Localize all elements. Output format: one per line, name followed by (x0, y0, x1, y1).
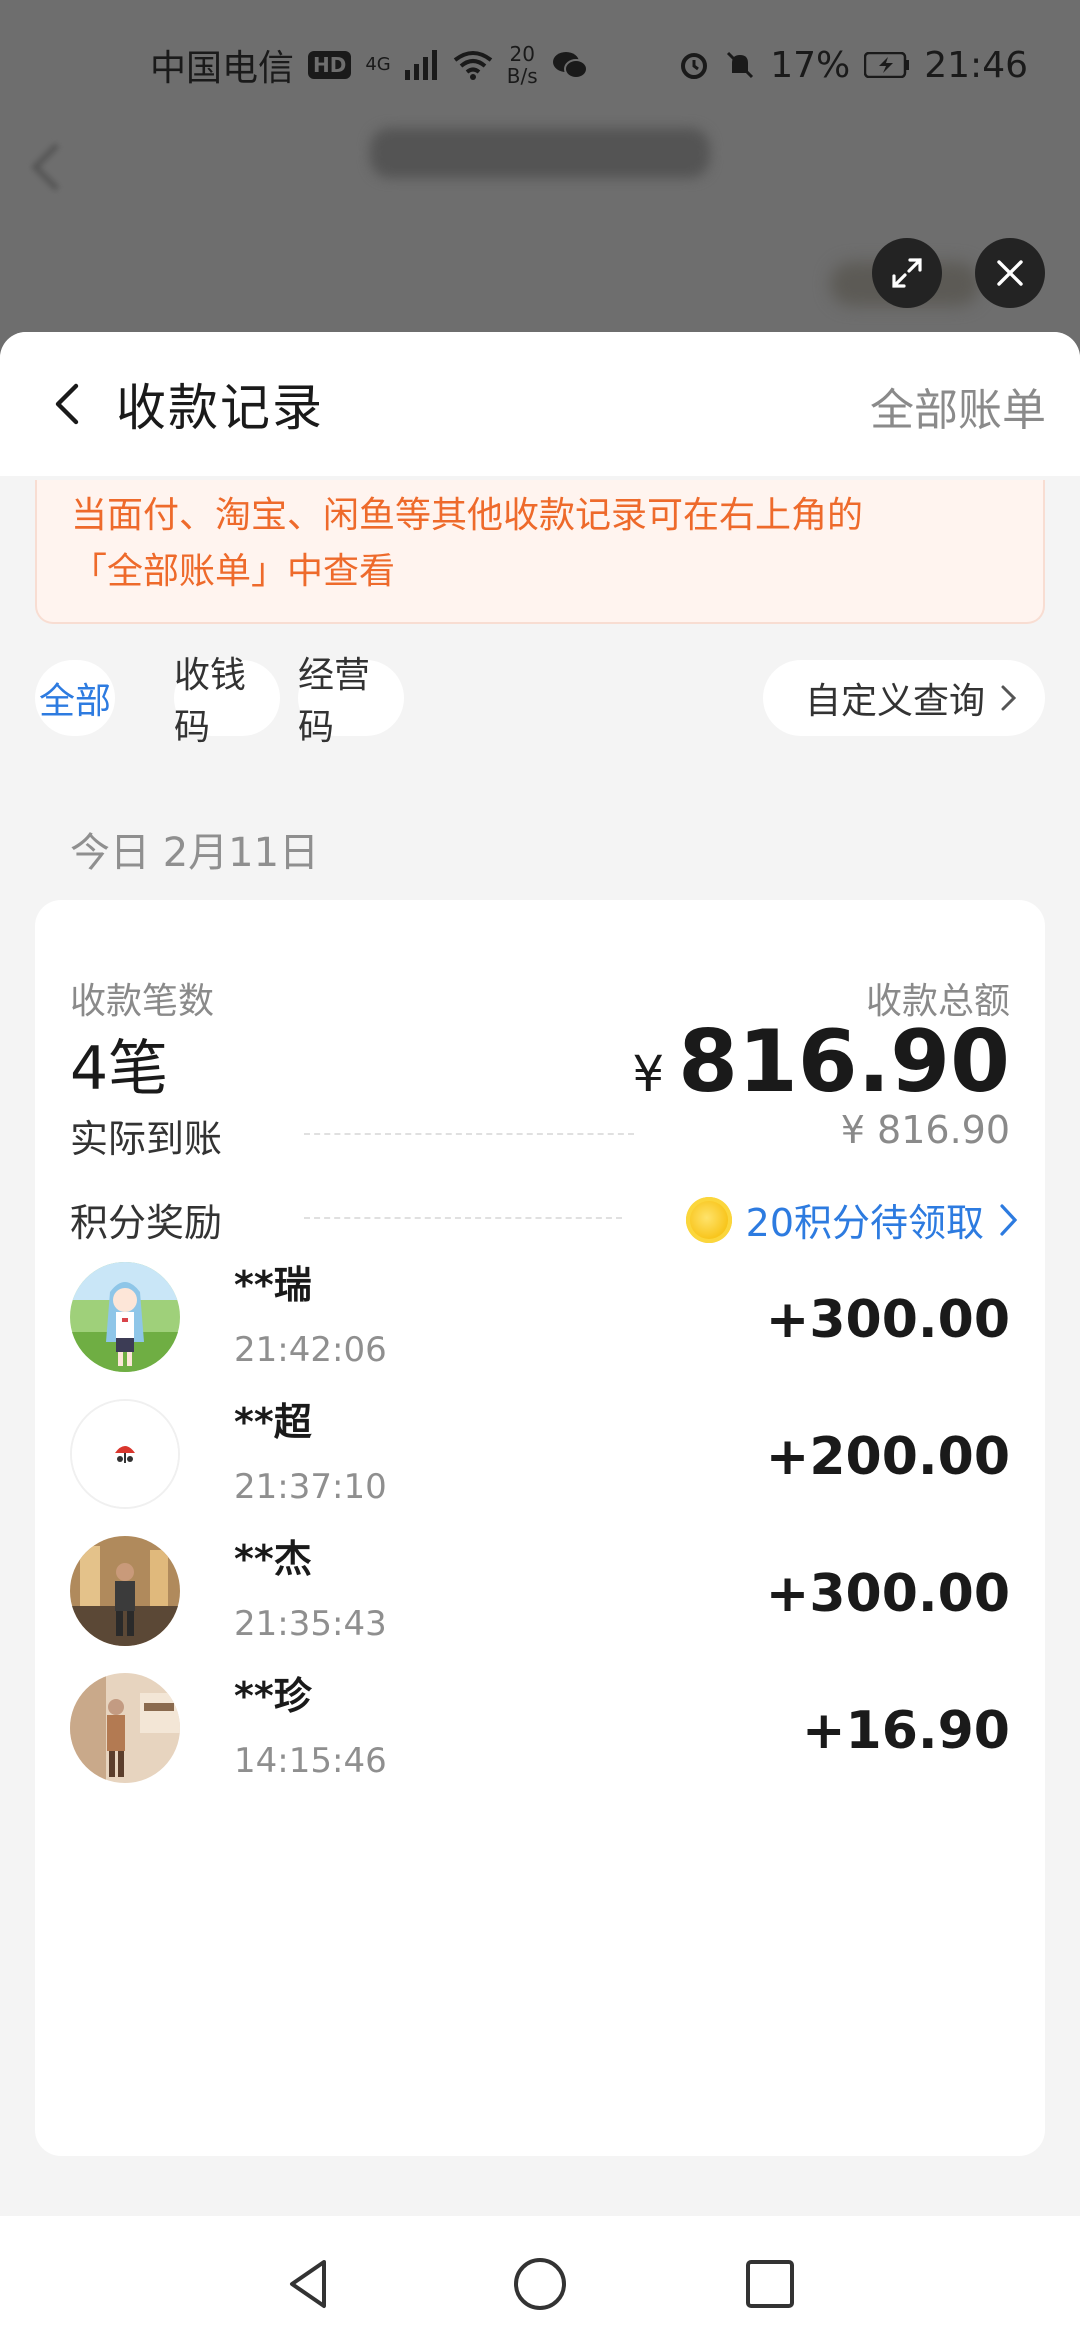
anime-avatar-image (70, 1262, 180, 1372)
network-speed: 20 B/s (507, 43, 538, 87)
person-avatar-image (70, 1673, 180, 1783)
avatar (70, 1673, 180, 1783)
payment-amount: +200.00 (765, 1427, 1010, 1487)
receipt-records-sheet: 收款记录 全部账单 当面付、淘宝、闲鱼等其他收款记录可在右上角的 「全部账单」中… (0, 332, 1080, 2216)
transaction-row[interactable]: **瑞 21:42:06 +300.00 (70, 1262, 1010, 1374)
signal-icon (404, 50, 437, 80)
points-value: 20积分待领取 (745, 1201, 984, 1245)
custom-query-button[interactable]: 自定义查询 (763, 660, 1045, 736)
notice-banner: 当面付、淘宝、闲鱼等其他收款记录可在右上角的 「全部账单」中查看 (35, 480, 1045, 624)
count-label: 收款笔数 (70, 981, 215, 1022)
all-bills-link[interactable]: 全部账单 (870, 374, 1046, 438)
status-bar: 中国电信 HD 4G 20 B/s 17% 21:46 (0, 0, 1080, 130)
summary-card: 收款笔数 收款总额 4笔 ¥ 816.90 实际到账 ¥ 816.90 积分奖励… (35, 900, 1045, 2156)
avatar (70, 1536, 180, 1646)
count-value: 4笔 (70, 1034, 169, 1104)
transaction-row[interactable]: **超 21:37:10 +200.00 (70, 1399, 1010, 1511)
status-bar-left: 中国电信 HD 4G 20 B/s (150, 39, 588, 91)
notice-line-1: 当面付、淘宝、闲鱼等其他收款记录可在右上角的 (71, 495, 864, 536)
chevron-right-icon (1000, 1203, 1018, 1236)
status-bar-right: 17% 21:46 (678, 45, 1028, 86)
filter-chip-business-code[interactable]: 经营码 (298, 655, 404, 748)
battery-percent: 17% (770, 44, 851, 86)
hd-badge: HD (308, 51, 352, 79)
chevron-right-icon (1001, 685, 1017, 711)
avatar (70, 1399, 180, 1509)
close-button[interactable] (975, 238, 1045, 308)
nav-back-icon[interactable] (280, 2254, 340, 2314)
payment-time: 21:35:43 (234, 1604, 387, 1644)
alarm-icon (681, 53, 708, 79)
total-amount-value: 816.90 (678, 1012, 1010, 1112)
network-speed-value: 20 (509, 42, 535, 66)
payment-amount: +300.00 (765, 1290, 1010, 1350)
points-reward-link[interactable]: 20积分待领取 (685, 1192, 1020, 1247)
currency-symbol: ¥ (632, 1045, 665, 1103)
notice-line-2: 「全部账单」中查看 (71, 551, 396, 592)
dashed-divider (304, 1217, 622, 1219)
payment-time: 14:15:46 (234, 1741, 387, 1781)
payment-time: 21:42:06 (234, 1330, 387, 1370)
nav-recents-icon[interactable] (740, 2254, 800, 2314)
expand-button[interactable] (872, 238, 942, 308)
avatar (70, 1262, 180, 1372)
umbrella-avatar-image (72, 1401, 178, 1507)
points-label: 积分奖励 (70, 1201, 223, 1245)
mute-icon (727, 51, 754, 79)
points-row[interactable]: 积分奖励 20积分待领取 (70, 1192, 1018, 1245)
payment-amount: +16.90 (801, 1701, 1010, 1761)
battery-icon (864, 52, 910, 78)
wifi-icon (453, 51, 492, 80)
network-type: 4G (365, 54, 391, 75)
wechat-icon (552, 52, 588, 79)
filter-chip-payment-code[interactable]: 收钱码 (174, 655, 280, 748)
payer-name: **瑞 (234, 1263, 312, 1307)
payment-amount: +300.00 (765, 1564, 1010, 1624)
network-speed-unit: B/s (506, 64, 538, 88)
close-icon (997, 260, 1023, 286)
coin-icon (685, 1196, 732, 1243)
sheet-header: 收款记录 全部账单 (0, 332, 1080, 476)
payment-time: 21:37:10 (234, 1467, 387, 1507)
nav-home-icon[interactable] (510, 2254, 570, 2314)
payer-name: **超 (234, 1400, 312, 1444)
expand-icon (892, 258, 922, 288)
filter-chip-all[interactable]: 全部 (35, 660, 115, 736)
transaction-row[interactable]: **珍 14:15:46 +16.90 (70, 1673, 1010, 1785)
received-row: 实际到账 ¥ 816.90 (70, 1108, 1010, 1161)
filter-bar: 全部 收钱码 经营码 自定义查询 (35, 655, 1045, 748)
payer-name: **珍 (234, 1674, 312, 1718)
custom-query-label: 自定义查询 (804, 681, 985, 722)
received-value: ¥ 816.90 (840, 1108, 1010, 1152)
background-back-icon (30, 142, 80, 192)
back-icon[interactable] (46, 382, 90, 426)
transaction-row[interactable]: **杰 21:35:43 +300.00 (70, 1536, 1010, 1648)
received-label: 实际到账 (70, 1117, 223, 1161)
page-title: 收款记录 (116, 379, 324, 437)
date-header: 今日 2月11日 (70, 830, 320, 876)
payer-name: **杰 (234, 1537, 312, 1581)
total-amount: ¥ 816.90 (632, 1012, 1010, 1112)
system-navigation-bar (0, 2216, 1080, 2340)
clock: 21:46 (924, 44, 1028, 86)
person-avatar-image (70, 1536, 180, 1646)
dashed-divider (304, 1133, 634, 1135)
background-page-title (370, 128, 710, 178)
carrier-name: 中国电信 (150, 48, 295, 89)
